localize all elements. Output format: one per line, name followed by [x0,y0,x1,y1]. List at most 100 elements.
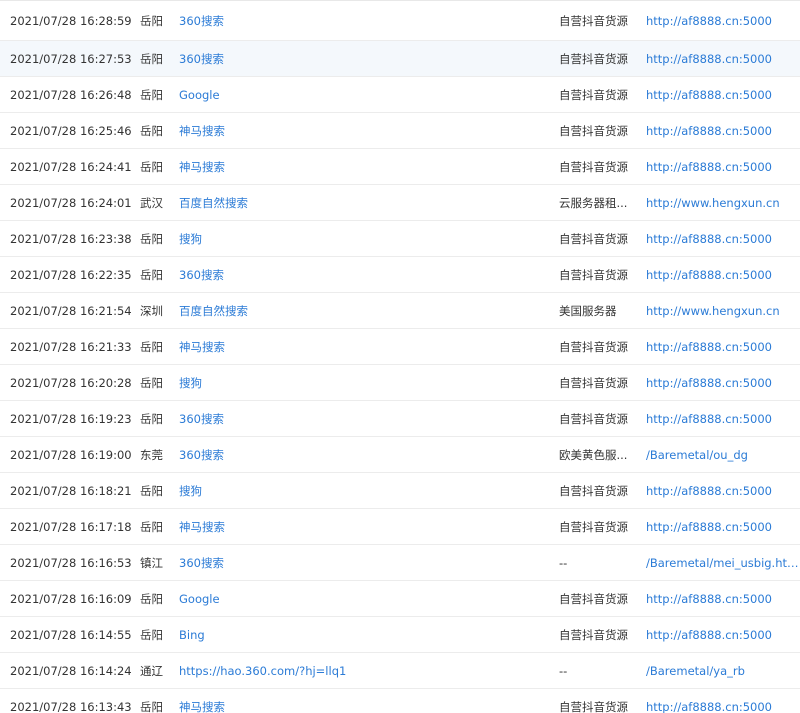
visit-source-link[interactable]: 百度自然搜索 [179,195,559,211]
visit-time: 2021/07/28 16:25:46 [10,123,132,138]
visit-source-link[interactable]: 神马搜索 [179,123,559,139]
visit-landing-link[interactable]: http://af8888.cn:5000 [646,124,800,138]
visit-time: 2021/07/28 16:14:55 [10,627,132,642]
table-row: 2021/07/28 16:16:09 岳阳 Google 自营抖音货源 http://… [0,581,800,617]
visit-landing-link[interactable]: http://af8888.cn:5000 [646,52,800,66]
visit-keyword: 自营抖音货源 [559,87,628,102]
visit-landing-link[interactable]: http://af8888.cn:5000 [646,484,800,498]
visit-time: 2021/07/28 16:14:24 [10,663,132,678]
visit-source-link[interactable]: Google [179,88,559,102]
table-row: 2021/07/28 16:14:55 岳阳 Bing 自营抖音货源 http://af… [0,617,800,653]
visit-keyword: 自营抖音货源 [559,339,628,354]
visit-landing-link[interactable]: http://af8888.cn:5000 [646,700,800,713]
visit-keyword: 自营抖音货源 [559,591,628,606]
visit-landing-link[interactable]: http://www.hengxun.cn [646,304,800,318]
visit-source-link[interactable]: 360搜索 [179,13,559,29]
visit-keyword: 自营抖音货源 [559,159,628,174]
visit-city: 深圳 [140,303,163,318]
visit-landing-link[interactable]: http://af8888.cn:5000 [646,628,800,642]
visit-landing-link[interactable]: /Baremetal/mei_usbig.html [646,556,800,570]
visit-source-link[interactable]: 360搜索 [179,411,559,427]
visit-landing-link[interactable]: http://af8888.cn:5000 [646,268,800,282]
table-row: 2021/07/28 16:27:53 岳阳 360搜索 自营抖音货源 http://a… [0,41,800,77]
visit-keyword: 自营抖音货源 [559,627,628,642]
visit-city: 岳阳 [140,591,163,606]
visit-city: 岳阳 [140,267,163,282]
visit-city: 岳阳 [140,13,163,28]
visit-landing-link[interactable]: http://af8888.cn:5000 [646,376,800,390]
visit-landing-link[interactable]: http://af8888.cn:5000 [646,592,800,606]
visit-city: 岳阳 [140,699,163,713]
visit-keyword: 自营抖音货源 [559,699,628,713]
table-row: 2021/07/28 16:17:18 岳阳 神马搜索 自营抖音货源 http://af… [0,509,800,545]
visit-city: 镇江 [140,555,163,570]
visit-landing-link[interactable]: /Baremetal/ou_dg [646,448,800,462]
visit-time: 2021/07/28 16:19:00 [10,447,132,462]
visit-landing-link[interactable]: /Baremetal/ya_rb [646,664,800,678]
table-row: 2021/07/28 16:18:21 岳阳 搜狗 自营抖音货源 http://af88… [0,473,800,509]
visit-city: 岳阳 [140,159,163,174]
visit-city: 岳阳 [140,411,163,426]
visit-time: 2021/07/28 16:21:33 [10,339,132,354]
table-row: 2021/07/28 16:14:24 通辽 https://hao.360.com… [0,653,800,689]
visit-log-table: 2021/07/28 16:28:59 岳阳 360搜索 自营抖音货源 http://a… [0,0,800,713]
visit-keyword: 自营抖音货源 [559,519,628,534]
visit-source-link[interactable]: 搜狗 [179,375,559,391]
visit-city: 岳阳 [140,519,163,534]
visit-source-link[interactable]: 神马搜索 [179,699,559,713]
visit-landing-link[interactable]: http://af8888.cn:5000 [646,14,800,28]
visit-source-link[interactable]: 360搜索 [179,51,559,67]
visit-keyword: 自营抖音货源 [559,51,628,66]
visit-landing-link[interactable]: http://www.hengxun.cn [646,196,800,210]
visit-source-link[interactable]: 搜狗 [179,483,559,499]
visit-city: 岳阳 [140,87,163,102]
table-row: 2021/07/28 16:19:00 东莞 360搜索 欧美黄色服... /Barem… [0,437,800,473]
table-row: 2021/07/28 16:24:41 岳阳 神马搜索 自营抖音货源 http://af… [0,149,800,185]
visit-source-link[interactable]: 百度自然搜索 [179,303,559,319]
visit-city: 岳阳 [140,375,163,390]
visit-source-link[interactable]: Bing [179,628,559,642]
visit-keyword: 自营抖音货源 [559,483,628,498]
visit-log-rows: 2021/07/28 16:28:59 岳阳 360搜索 自营抖音货源 http://a… [0,1,800,713]
table-row: 2021/07/28 16:21:54 深圳 百度自然搜索 美国服务器 http://w… [0,293,800,329]
visit-city: 通辽 [140,663,163,678]
visit-time: 2021/07/28 16:16:09 [10,591,132,606]
visit-source-link[interactable]: 360搜索 [179,267,559,283]
visit-source-link[interactable]: 神马搜索 [179,159,559,175]
visit-landing-link[interactable]: http://af8888.cn:5000 [646,88,800,102]
visit-time: 2021/07/28 16:26:48 [10,87,132,102]
visit-source-link[interactable]: 神马搜索 [179,339,559,355]
visit-time: 2021/07/28 16:16:53 [10,555,132,570]
visit-landing-link[interactable]: http://af8888.cn:5000 [646,340,800,354]
visit-keyword: 美国服务器 [559,303,617,318]
visit-time: 2021/07/28 16:20:28 [10,375,132,390]
visit-source-link[interactable]: 360搜索 [179,555,559,571]
table-row: 2021/07/28 16:16:53 镇江 360搜索 -- /Baremetal/m… [0,545,800,581]
table-row: 2021/07/28 16:19:23 岳阳 360搜索 自营抖音货源 http://a… [0,401,800,437]
visit-source-link[interactable]: Google [179,592,559,606]
visit-keyword: 自营抖音货源 [559,123,628,138]
visit-keyword: -- [559,555,568,570]
visit-city: 武汉 [140,195,163,210]
visit-landing-link[interactable]: http://af8888.cn:5000 [646,520,800,534]
visit-time: 2021/07/28 16:23:38 [10,231,132,246]
visit-time: 2021/07/28 16:28:59 [10,13,132,28]
visit-landing-link[interactable]: http://af8888.cn:5000 [646,232,800,246]
table-row: 2021/07/28 16:20:28 岳阳 搜狗 自营抖音货源 http://af88… [0,365,800,401]
visit-source-link[interactable]: 神马搜索 [179,519,559,535]
visit-landing-link[interactable]: http://af8888.cn:5000 [646,160,800,174]
visit-source-link[interactable]: 搜狗 [179,231,559,247]
visit-keyword: 欧美黄色服... [559,447,628,462]
table-row: 2021/07/28 16:23:38 岳阳 搜狗 自营抖音货源 http://af88… [0,221,800,257]
visit-landing-link[interactable]: http://af8888.cn:5000 [646,412,800,426]
table-row: 2021/07/28 16:24:01 武汉 百度自然搜索 云服务器租... http:… [0,185,800,221]
visit-source-link[interactable]: 360搜索 [179,447,559,463]
table-row: 2021/07/28 16:22:35 岳阳 360搜索 自营抖音货源 http://a… [0,257,800,293]
table-row: 2021/07/28 16:26:48 岳阳 Google 自营抖音货源 http://… [0,77,800,113]
visit-keyword: 自营抖音货源 [559,267,628,282]
visit-time: 2021/07/28 16:18:21 [10,483,132,498]
visit-time: 2021/07/28 16:13:43 [10,699,132,713]
visit-source-link[interactable]: https://hao.360.com/?hj=llq1 [179,664,559,678]
visit-keyword: 自营抖音货源 [559,231,628,246]
visit-city: 岳阳 [140,483,163,498]
